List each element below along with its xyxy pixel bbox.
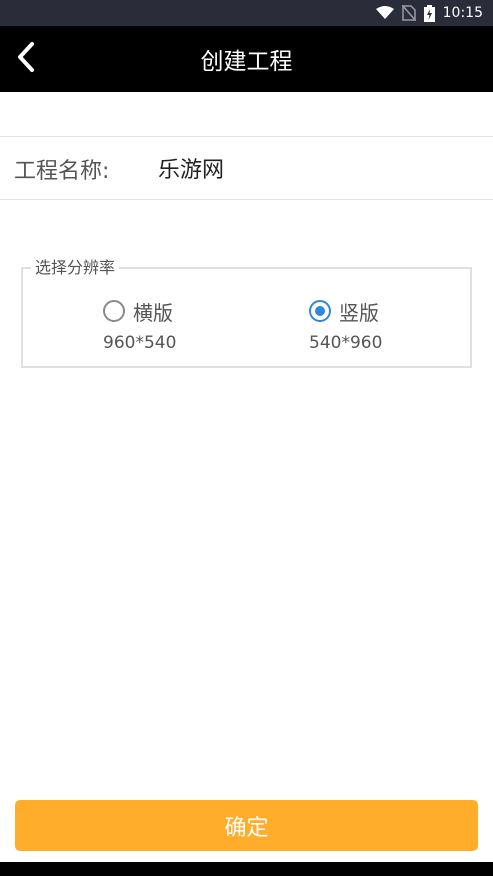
status-bar: 10:15	[0, 0, 493, 26]
landscape-size: 960*540	[103, 333, 177, 353]
resolution-group: 选择分辨率 横版 960*540 竖版 540*960	[21, 258, 472, 368]
radio-checked-icon	[309, 300, 331, 322]
battery-charging-icon	[423, 4, 435, 22]
confirm-button[interactable]: 确定	[15, 800, 478, 851]
page-title: 创建工程	[200, 49, 293, 75]
landscape-label: 横版	[133, 300, 173, 325]
navigation-bar	[0, 862, 493, 876]
chevron-left-icon	[15, 41, 37, 77]
radio-portrait[interactable]: 竖版	[309, 297, 379, 325]
wifi-icon	[375, 6, 394, 20]
portrait-size: 540*960	[309, 333, 383, 353]
back-button[interactable]	[8, 41, 44, 77]
no-sim-icon	[401, 5, 416, 21]
project-name-row: 工程名称:	[0, 136, 493, 200]
radio-unchecked-icon	[103, 300, 125, 322]
resolution-legend: 选择分辨率	[31, 258, 120, 278]
radio-landscape[interactable]: 横版	[103, 297, 173, 325]
portrait-label: 竖版	[339, 300, 379, 325]
project-name-input[interactable]	[158, 149, 478, 187]
project-name-label: 工程名称:	[14, 159, 110, 184]
status-time: 10:15	[442, 5, 483, 21]
app-bar: 创建工程	[0, 26, 493, 92]
